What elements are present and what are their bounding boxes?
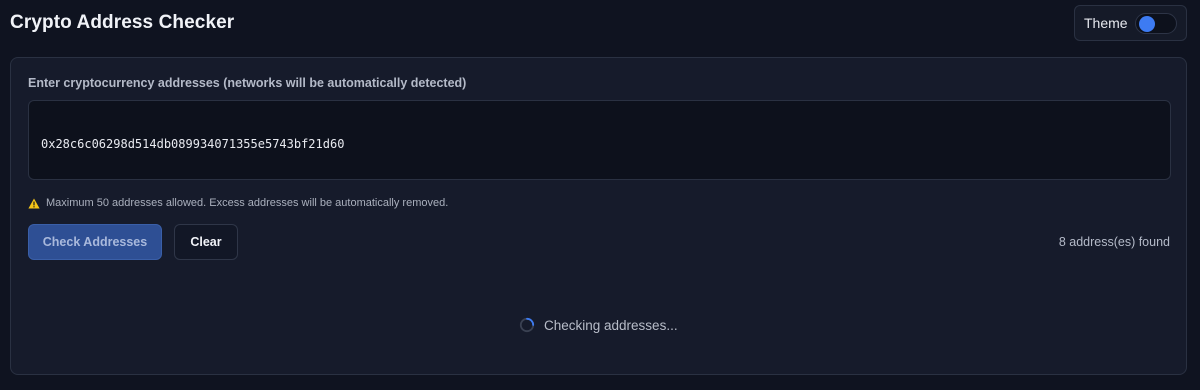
spinner-icon	[519, 317, 535, 333]
address-count: 8 address(es) found	[1058, 235, 1170, 249]
app-root: Crypto Address Checker Theme Enter crypt…	[0, 0, 1200, 390]
address-line: 0x28c6c06298d514db089934071355e5743bf21d…	[41, 137, 345, 151]
page-title: Crypto Address Checker	[10, 12, 235, 33]
theme-label: Theme	[1084, 15, 1128, 31]
check-addresses-button[interactable]: Check Addresses	[28, 224, 162, 260]
theme-toggle-container[interactable]: Theme	[1074, 5, 1187, 41]
warning-triangle-icon	[28, 198, 40, 208]
addresses-label: Enter cryptocurrency addresses (networks…	[28, 76, 467, 90]
warning-text: Maximum 50 addresses allowed. Excess add…	[46, 197, 449, 209]
loading-status: Checking addresses...	[519, 317, 678, 333]
loading-text: Checking addresses...	[544, 317, 678, 333]
addresses-textarea[interactable]: 0x28c6c06298d514db089934071355e5743bf21d…	[28, 100, 1171, 180]
clear-button[interactable]: Clear	[174, 224, 238, 260]
address-panel: Enter cryptocurrency addresses (networks…	[10, 57, 1187, 375]
theme-toggle[interactable]	[1135, 13, 1177, 34]
address-limit-warning: Maximum 50 addresses allowed. Excess add…	[28, 197, 448, 209]
toggle-knob	[1139, 16, 1155, 32]
